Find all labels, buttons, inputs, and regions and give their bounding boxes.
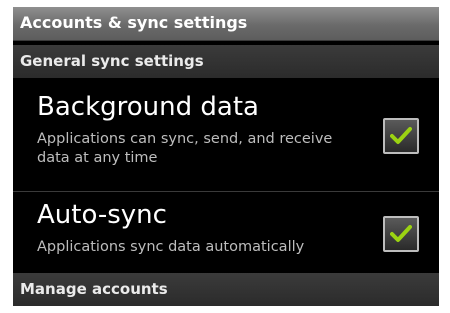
auto-sync-title: Auto-sync (37, 200, 167, 230)
settings-screen: Accounts & sync settings General sync se… (13, 7, 439, 306)
background-data-checkbox[interactable] (383, 118, 419, 154)
check-icon (390, 225, 412, 242)
section-header-general-sync: General sync settings (13, 45, 439, 78)
section-label: General sync settings (20, 52, 204, 70)
check-icon (390, 127, 412, 144)
auto-sync-checkbox[interactable] (383, 216, 419, 252)
page-title: Accounts & sync settings (20, 13, 248, 32)
auto-sync-pref[interactable]: Auto-sync Applications sync data automat… (13, 192, 439, 273)
auto-sync-summary: Applications sync data automatically (37, 239, 305, 255)
background-data-summary: Applications can sync, send, and receive… (37, 131, 333, 166)
background-data-pref[interactable]: Background data Applications can sync, s… (13, 78, 439, 191)
title-bar: Accounts & sync settings (13, 7, 439, 41)
section-label: Manage accounts (20, 280, 168, 298)
section-header-manage-accounts: Manage accounts (13, 273, 439, 306)
background-data-title: Background data (37, 92, 259, 122)
